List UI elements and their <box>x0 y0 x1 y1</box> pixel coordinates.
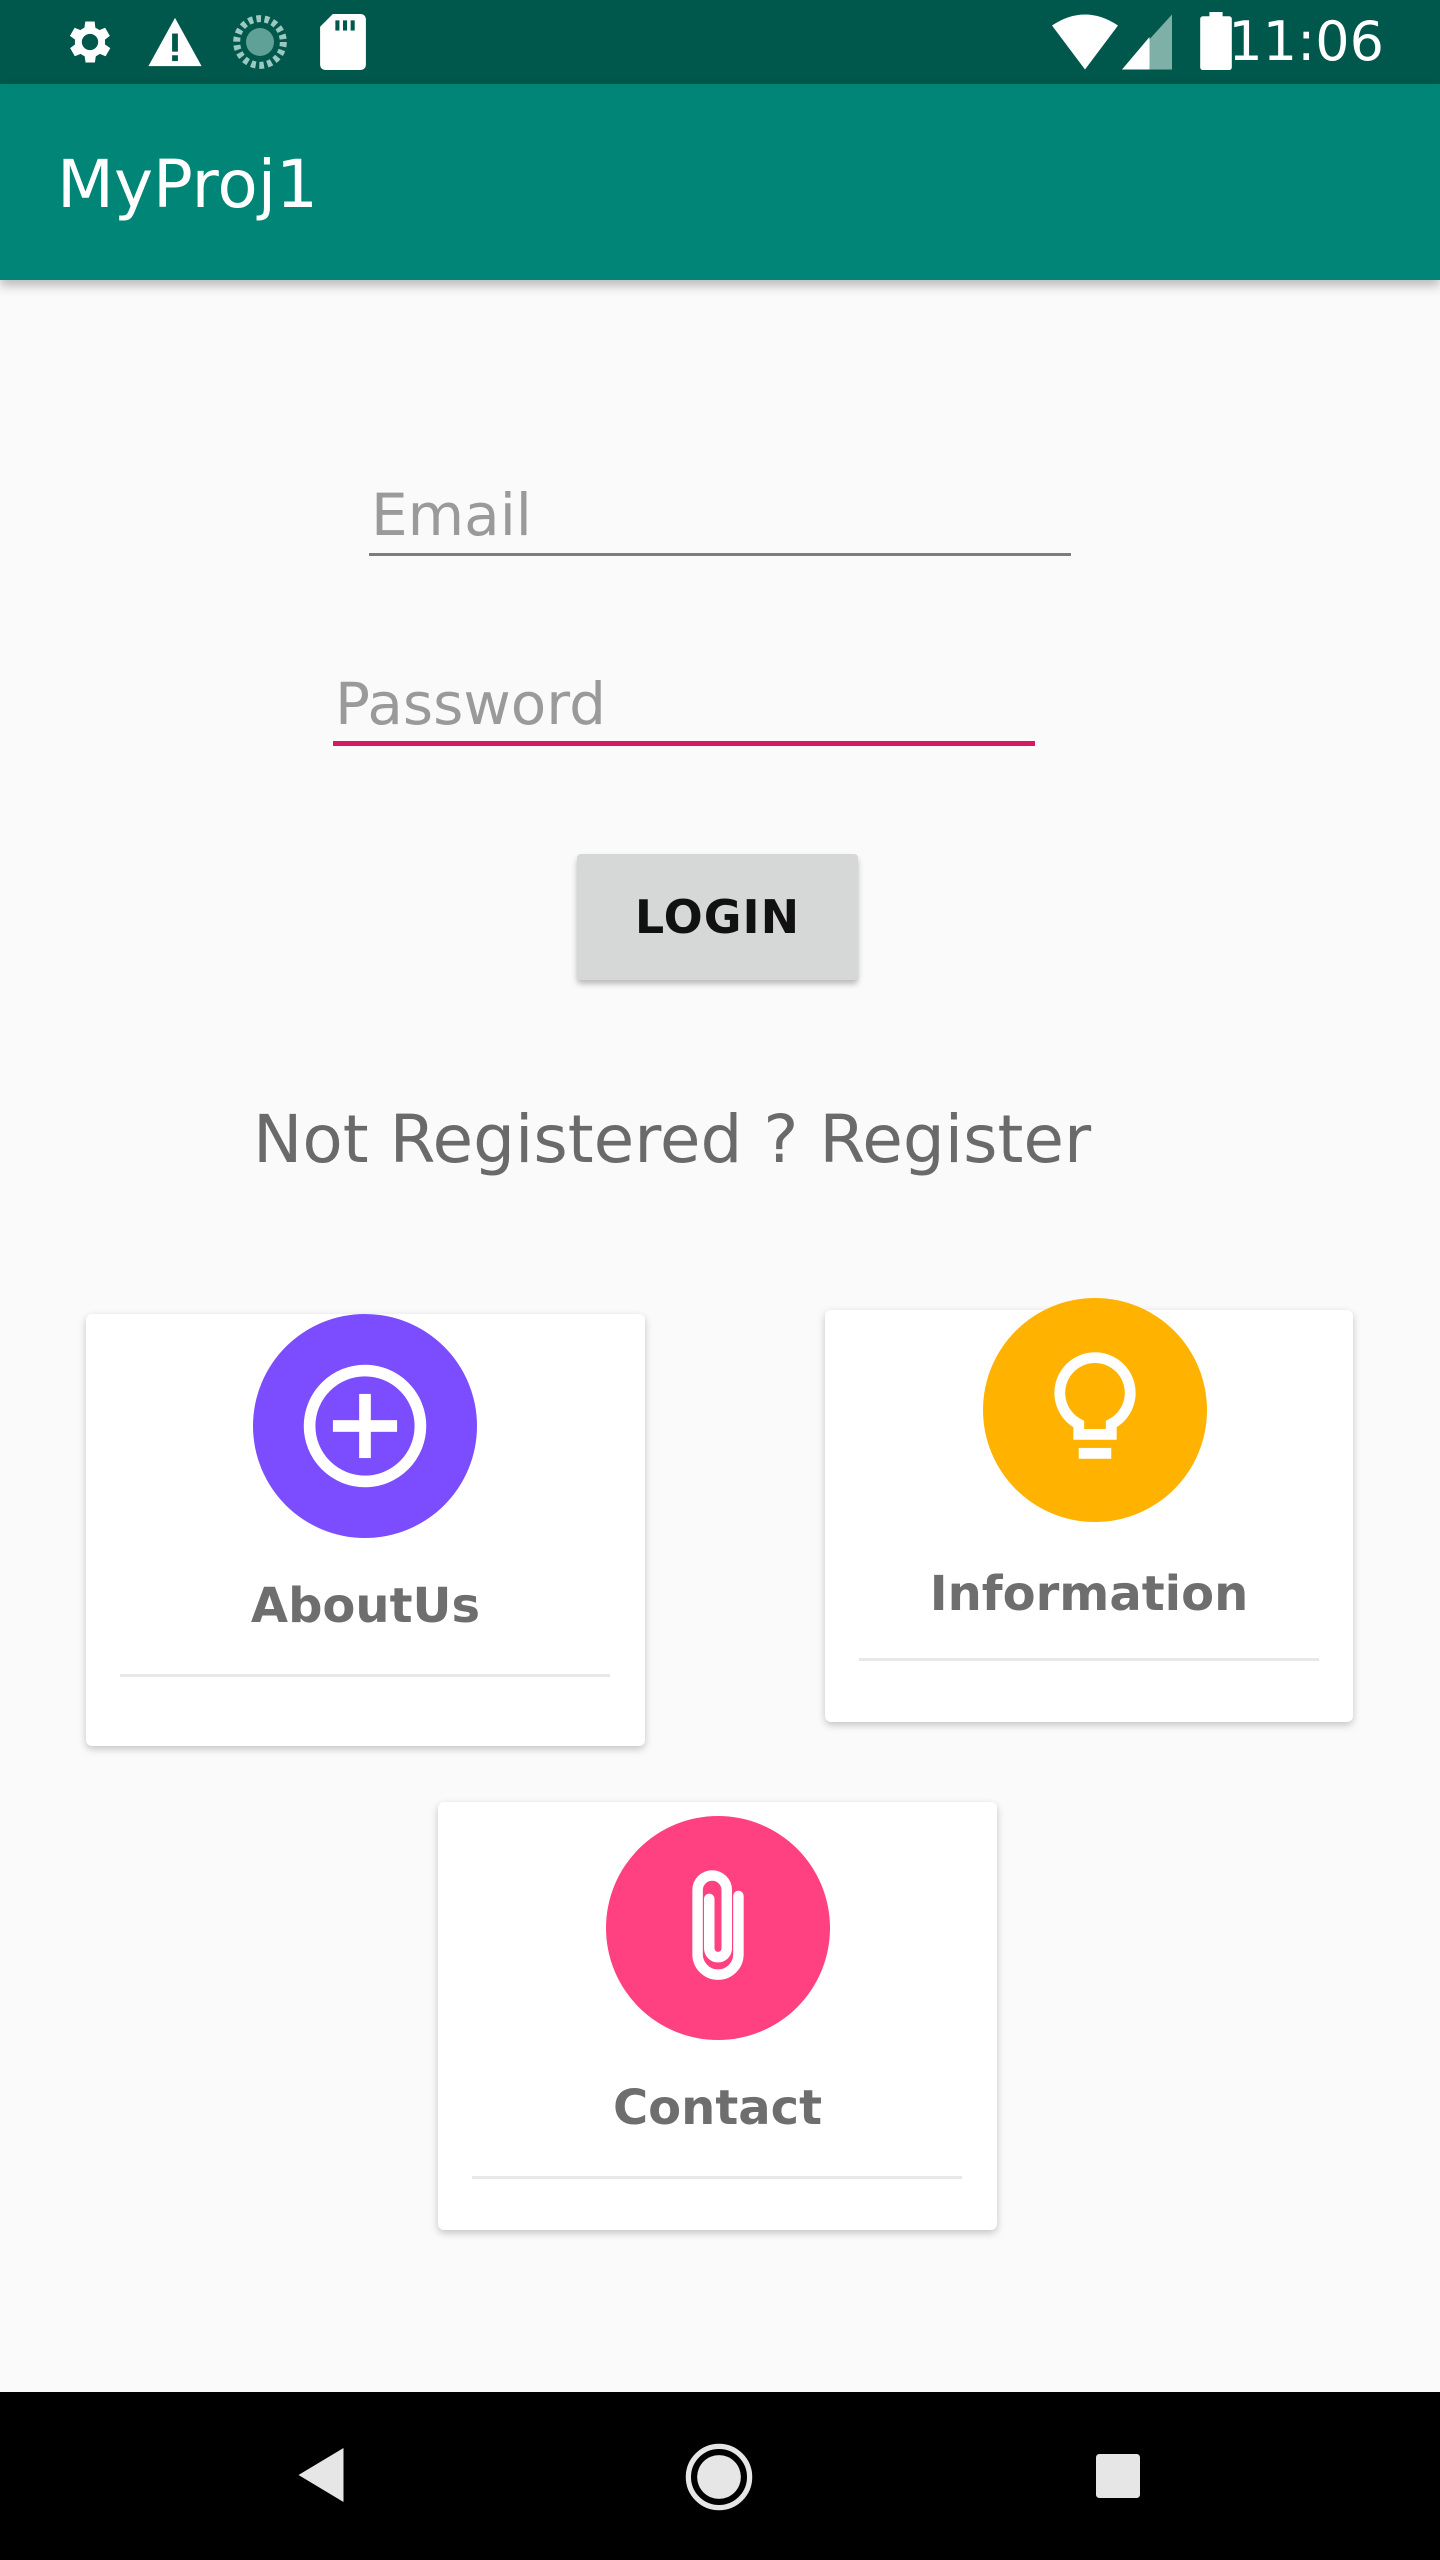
status-time: 11:06 <box>1228 10 1384 73</box>
status-bar: 11:06 <box>0 0 1440 84</box>
battery-icon <box>1200 12 1232 70</box>
register-link[interactable]: Not Registered ? Register <box>253 1100 1103 1198</box>
information-label: Information <box>929 1566 1249 1622</box>
contact-label: Contact <box>612 2080 823 2136</box>
information-icon-circle <box>983 1298 1207 1522</box>
card-information[interactable]: Information <box>825 1298 1353 1722</box>
app-title: MyProj1 <box>57 146 319 223</box>
about-us-divider <box>120 1674 610 1677</box>
recents-icon[interactable] <box>1096 2454 1140 2498</box>
signal-icon <box>1122 14 1172 70</box>
add-circle-icon <box>303 1364 427 1488</box>
sync-icon <box>233 15 287 69</box>
home-icon[interactable] <box>684 2442 754 2512</box>
email-input[interactable] <box>369 476 1071 556</box>
login-button[interactable]: LOGIN <box>577 854 858 980</box>
login-button-label: LOGIN <box>634 890 801 944</box>
card-about-us[interactable]: AboutUs <box>86 1314 645 1746</box>
card-contact[interactable]: Contact <box>438 1802 997 2230</box>
about-us-label: AboutUs <box>250 1578 481 1634</box>
contact-icon-circle <box>606 1816 830 2040</box>
back-icon[interactable] <box>298 2448 344 2502</box>
lightbulb-icon <box>1054 1352 1136 1459</box>
sd-card-icon <box>320 14 366 70</box>
settings-icon <box>69 21 111 63</box>
app-bar: MyProj1 <box>0 84 1440 280</box>
information-divider <box>859 1658 1319 1661</box>
paperclip-icon <box>692 1870 744 1980</box>
contact-divider <box>472 2176 962 2179</box>
about-us-icon-circle <box>253 1314 477 1538</box>
navigation-bar <box>0 2392 1440 2560</box>
wifi-icon <box>1052 14 1118 70</box>
password-input[interactable] <box>333 666 1035 746</box>
warning-icon <box>148 17 202 67</box>
